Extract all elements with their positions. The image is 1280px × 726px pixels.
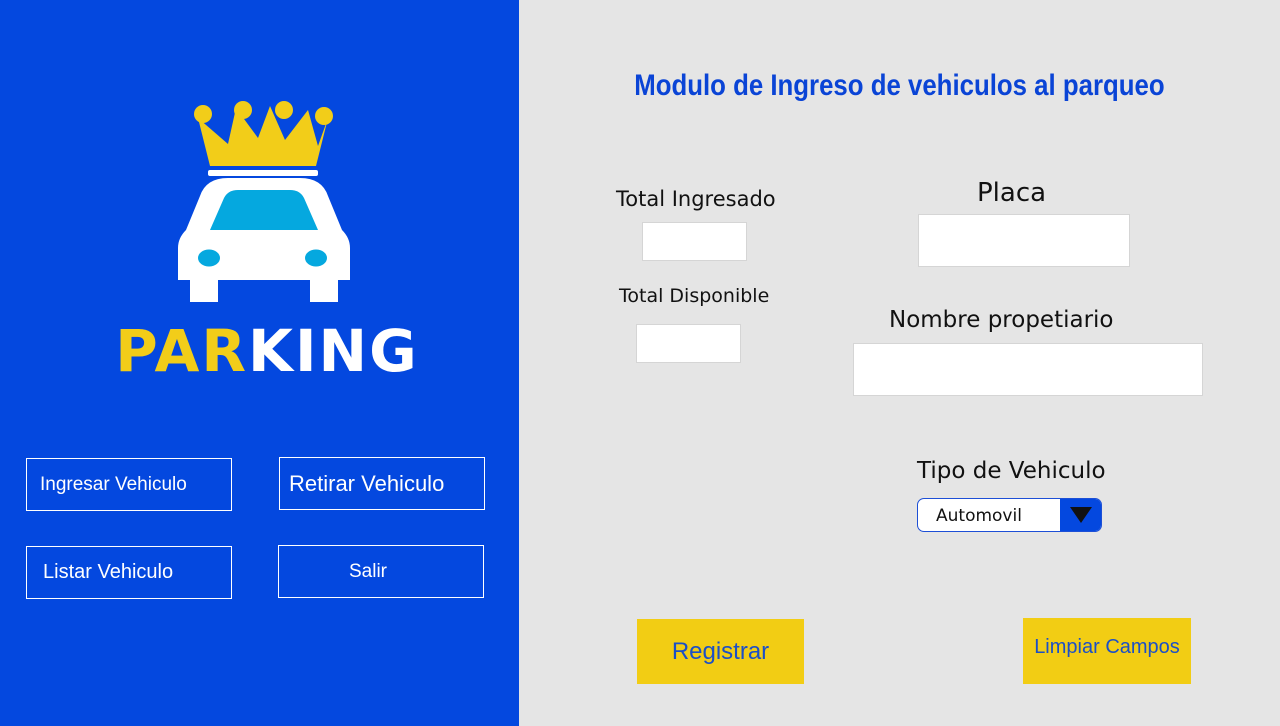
salir-button[interactable]: Salir xyxy=(278,545,484,598)
total-ingresado-field[interactable] xyxy=(642,222,747,261)
registrar-button[interactable]: Registrar xyxy=(637,619,804,684)
ingresar-vehiculo-label: Ingresar Vehiculo xyxy=(40,473,187,495)
crown-car-icon xyxy=(178,101,350,302)
salir-label: Salir xyxy=(348,560,387,582)
total-disponible-field[interactable] xyxy=(636,324,741,363)
listar-vehiculo-label: Listar Vehiculo xyxy=(43,561,174,583)
limpiar-campos-button[interactable]: Limpiar Campos xyxy=(1023,618,1191,684)
tipo-vehiculo-label: Tipo de Vehiculo xyxy=(917,458,1106,484)
main-panel: Modulo de Ingreso de vehiculos al parque… xyxy=(519,0,1280,726)
registrar-label: Registrar xyxy=(671,637,770,665)
total-ingresado-label: Total Ingresado xyxy=(616,187,776,211)
listar-vehiculo-button[interactable]: Listar Vehiculo xyxy=(26,546,232,599)
brand-part1: PAR xyxy=(115,317,249,385)
brand-wordmark: PARKING xyxy=(0,316,534,386)
sidebar: PARKING Ingresar Vehiculo Retirar Vehicu… xyxy=(0,0,519,726)
placa-field[interactable] xyxy=(918,214,1130,267)
total-disponible-label: Total Disponible xyxy=(619,285,770,307)
brand-part2: KING xyxy=(248,317,419,385)
retirar-vehiculo-label: Retirar Vehiculo xyxy=(289,470,445,496)
ingresar-vehiculo-button[interactable]: Ingresar Vehiculo xyxy=(26,458,232,511)
triangle-down-icon xyxy=(1069,507,1092,523)
limpiar-campos-label: Limpiar Campos xyxy=(1034,635,1180,658)
page-title: Modulo de Ingreso de vehiculos al parque… xyxy=(634,69,1165,102)
nombre-propietario-field[interactable] xyxy=(853,343,1203,396)
dropdown-arrow-button[interactable] xyxy=(1060,499,1101,531)
placa-label: Placa xyxy=(977,178,1047,208)
tipo-vehiculo-select[interactable]: Automovil xyxy=(917,498,1102,532)
tipo-vehiculo-value: Automovil xyxy=(936,506,1022,526)
retirar-vehiculo-button[interactable]: Retirar Vehiculo xyxy=(279,457,485,510)
nombre-propietario-label: Nombre propetiario xyxy=(889,307,1114,333)
